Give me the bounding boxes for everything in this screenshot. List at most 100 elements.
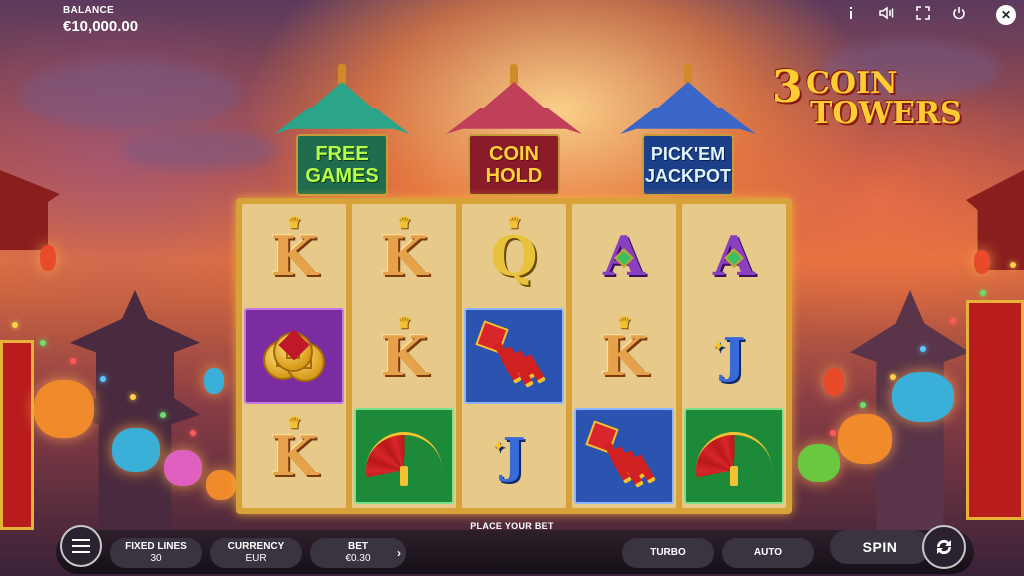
fixed-lines-label: FIXED LINES: [125, 541, 187, 552]
reel-symbol: [244, 308, 344, 404]
tower-roof: [312, 82, 372, 108]
lantern: [34, 380, 94, 438]
spin-button[interactable]: SPIN: [830, 530, 930, 564]
tower-sign: COIN HOLD: [468, 134, 560, 196]
coins-icon: [259, 328, 329, 384]
symbol-k: K ♛: [270, 413, 318, 488]
reel-symbol: [354, 408, 454, 504]
tower-roof: [446, 108, 582, 134]
bet-value: €0.30: [345, 553, 371, 564]
tower-sign-line: HOLD: [485, 165, 543, 187]
bet-label: BET: [348, 541, 368, 552]
close-icon[interactable]: ✕: [996, 5, 1016, 25]
tower-roof: [484, 82, 544, 108]
tower-sign-line: COIN: [489, 143, 539, 165]
reel-symbol: [464, 308, 564, 404]
tower-free-games: FREE GAMES: [268, 64, 416, 198]
symbol-k: K ♛: [380, 313, 428, 388]
string-light: [950, 318, 956, 324]
logo-word-towers: TOWERS: [810, 96, 962, 131]
top-toolbar: [842, 4, 968, 22]
reel-symbol: K ♛: [354, 308, 454, 404]
tower-coin-hold: COIN HOLD: [440, 64, 588, 198]
tower-spire: [510, 64, 518, 84]
reel-symbol: J ✦: [464, 408, 564, 504]
string-light: [830, 430, 836, 436]
string-light: [860, 402, 866, 408]
lantern: [798, 444, 840, 482]
reel-symbol: K ♛: [244, 408, 344, 504]
chevron-right-icon[interactable]: ›: [397, 546, 401, 560]
tower-spire: [338, 64, 346, 84]
auto-button[interactable]: AUTO: [722, 538, 814, 568]
reel-symbol: K ♛: [354, 208, 454, 304]
tower-sign: PICK'EM JACKPOT: [642, 134, 734, 196]
lantern: [112, 428, 160, 472]
reel-column: A J✦: [682, 204, 786, 508]
banner-left: [0, 340, 34, 530]
symbol-a: A: [603, 229, 645, 283]
power-icon[interactable]: [950, 4, 968, 22]
sound-icon[interactable]: [878, 4, 896, 22]
fan-icon: [362, 426, 446, 486]
fan-icon: [692, 426, 776, 486]
reel-frame: K♛ K♛ K♛ K♛ Q♛ J✦ A K♛ A J✦: [236, 198, 792, 514]
reel-symbol: [574, 408, 674, 504]
string-light: [12, 322, 18, 328]
spin-label: SPIN: [862, 539, 898, 555]
lantern: [40, 245, 56, 271]
tower-pickem-jackpot: PICK'EM JACKPOT: [614, 64, 762, 198]
tower-roof: [658, 82, 718, 108]
string-light: [1010, 262, 1016, 268]
turbo-button[interactable]: TURBO: [622, 538, 714, 568]
lantern: [164, 450, 202, 486]
symbol-a: A: [713, 229, 755, 283]
gem-icon: [614, 248, 634, 269]
tower-sign-line: JACKPOT: [644, 166, 731, 186]
symbol-k: K ♛: [600, 313, 648, 388]
cloud: [20, 60, 240, 130]
fan-handle: [730, 466, 738, 486]
reel-symbol: Q ♛: [464, 208, 564, 304]
string-light: [130, 394, 136, 400]
tower-roof: [620, 108, 756, 134]
fixed-lines-value: 30: [150, 553, 162, 564]
reel-symbol: K ♛: [574, 308, 674, 404]
sparkle-icon: ✦: [712, 339, 725, 355]
string-light: [890, 374, 896, 380]
symbol-q: Q ♛: [490, 213, 538, 288]
crown-icon: ♛: [396, 313, 412, 332]
building-left: [0, 170, 60, 250]
tower-sign-line: PICK'EM: [650, 144, 726, 164]
banner-right: [966, 300, 1024, 520]
symbol-k: K ♛: [380, 213, 428, 288]
lantern: [824, 368, 844, 396]
crown-icon: ♛: [616, 313, 632, 332]
string-light: [100, 376, 106, 382]
lantern: [892, 372, 954, 422]
info-icon[interactable]: [842, 4, 860, 22]
firecracker-icon: [585, 420, 663, 488]
bet-selector[interactable]: BET €0.30: [310, 538, 406, 568]
tower-sign-line: FREE: [315, 143, 369, 165]
string-light: [980, 290, 986, 296]
currency-label: CURRENCY: [227, 541, 285, 552]
menu-icon[interactable]: [60, 525, 102, 567]
auto-label: AUTO: [753, 547, 783, 558]
string-light: [40, 340, 46, 346]
symbol-k: K ♛: [270, 213, 318, 288]
string-light: [920, 346, 926, 352]
symbol-j: J ✦: [712, 328, 746, 384]
sparkle-icon: ✦: [492, 439, 505, 455]
reel-symbol: J ✦: [684, 308, 784, 404]
lantern: [204, 368, 224, 394]
string-light: [190, 430, 196, 436]
gem-icon: [724, 248, 744, 269]
firecracker-icon: [475, 320, 553, 388]
fullscreen-icon[interactable]: [914, 4, 932, 22]
tower-roof: [274, 108, 410, 134]
tower-sign-line: GAMES: [305, 165, 379, 187]
lantern: [974, 250, 990, 274]
lantern: [838, 414, 892, 464]
spin-refresh-icon[interactable]: [922, 525, 966, 569]
